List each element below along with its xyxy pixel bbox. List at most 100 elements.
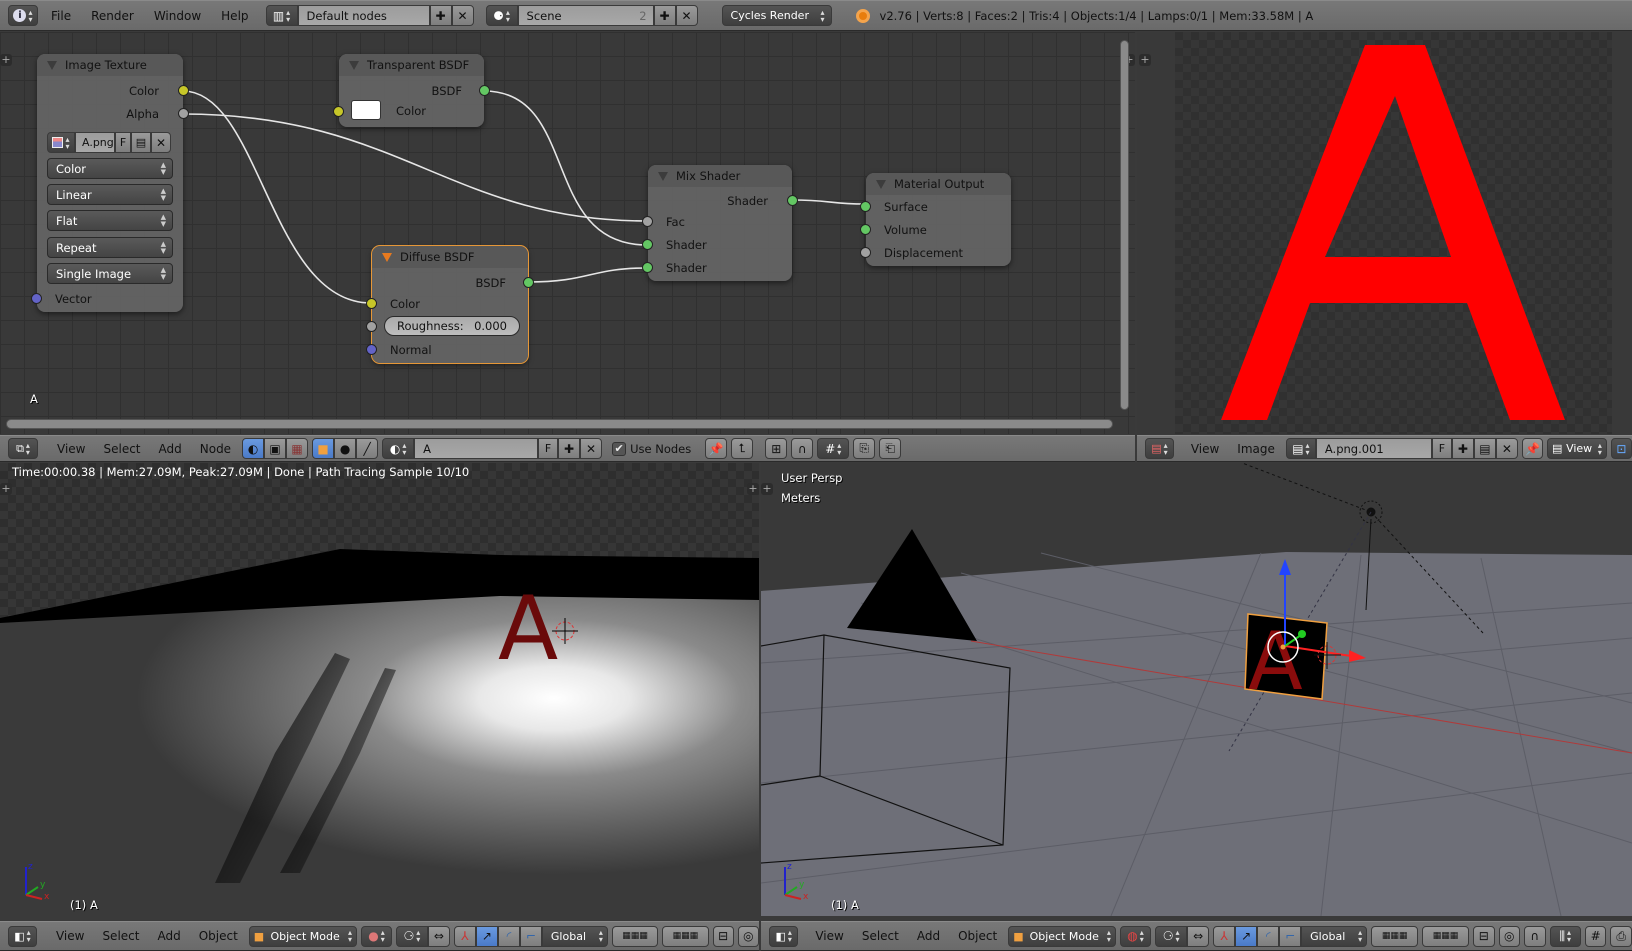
node-image-texture[interactable]: Image Texture Color Alpha ▴ ▾ A.png F ▤ ✕… [31,54,189,312]
pivot-point-dropdown[interactable]: ⚆ ▴ ▾ [395,925,428,947]
node-transparent-bsdf[interactable]: Transparent BSDF BSDF Color [333,54,490,127]
input-volume-socket[interactable] [860,224,871,235]
editor-type-info-button[interactable]: i ▴ ▾ [8,5,38,26]
image-name-field[interactable]: A.png.001 [1315,438,1432,459]
snap-target-button[interactable]: # [1584,925,1607,947]
new-image-button[interactable]: ✚ [1451,438,1474,459]
view-mode-dropdown[interactable]: ▤ View ▴ ▾ [1547,438,1607,459]
image-editor-area[interactable]: + [1137,32,1632,434]
node-header[interactable]: Image Texture [37,54,183,76]
menu-window[interactable]: Window [147,9,208,23]
render-view-properties-toggle[interactable]: + [747,483,759,495]
source-dropdown[interactable]: Single Image ▲ ▼ [47,263,173,284]
texture-tree-button[interactable]: ▦ [286,438,309,459]
image-canvas[interactable] [1175,32,1612,434]
lock-camera-button[interactable]: ⊟ [712,925,734,947]
translate-manipulator-button[interactable]: ↗ [1235,925,1258,947]
object-shader-button[interactable]: ■ [312,438,335,459]
node-header[interactable]: Mix Shader [648,165,792,187]
projection-dropdown[interactable]: Flat ▲ ▼ [47,210,173,231]
image-name-field[interactable]: A.png [75,132,115,153]
delete-screen-button[interactable]: ✕ [451,5,474,26]
menu-object[interactable]: Object [192,929,245,943]
material-name-field[interactable]: A [414,438,539,459]
add-screen-button[interactable]: ✚ [429,5,452,26]
menu-add[interactable]: Add [910,929,947,943]
pin-button[interactable]: 📌 [705,438,728,459]
node-header[interactable]: Transparent BSDF [339,54,484,76]
collapse-triangle-icon[interactable] [658,171,668,181]
layers-1-10[interactable]: ▦▦▦ [611,925,659,947]
input-roughness-socket[interactable] [366,321,377,332]
input-shader2-socket[interactable] [642,262,653,273]
menu-view[interactable]: View [1184,442,1226,456]
manipulator-toggle[interactable]: ⅄ [453,925,476,947]
output-bsdf-socket[interactable] [523,277,534,288]
node-header[interactable]: Diffuse BSDF [372,246,528,268]
scene-dropdown[interactable]: ⚈ ▴ ▾ [485,5,518,26]
node-header[interactable]: Material Output [866,173,1011,195]
snap-element-dropdown[interactable]: # ▴ ▾ [817,438,850,459]
input-color-socket[interactable] [333,106,344,117]
menu-select[interactable]: Select [96,442,147,456]
interpolation-dropdown[interactable]: Linear ▲ ▼ [47,184,173,205]
image-browse-button[interactable]: ▤ ▴ ▾ [1285,438,1316,459]
extension-dropdown[interactable]: Repeat ▲ ▼ [47,237,173,258]
image-unlink-button[interactable]: ✕ [151,132,171,153]
add-scene-button[interactable]: ✚ [653,5,676,26]
collapse-triangle-icon[interactable] [47,60,57,70]
output-bsdf-socket[interactable] [479,85,490,96]
linestyle-shader-button[interactable]: ╱ [356,438,379,459]
input-normal-socket[interactable] [366,344,377,355]
manipulate-centers-button[interactable]: ⇔ [427,925,450,947]
render-view-toolbar-toggle[interactable]: + [0,483,12,495]
snap-toggle-button[interactable]: ∩ [1524,925,1546,947]
menu-render[interactable]: Render [84,9,141,23]
go-parent-button[interactable]: ⮤ [731,438,754,459]
input-surface-socket[interactable] [860,201,871,212]
node-mix-shader[interactable]: Mix Shader Shader Fac Shader Shader [642,165,798,281]
3d-view-toolbar-toggle[interactable]: + [761,483,773,495]
layers-11-20[interactable]: ▦▦▦ [662,925,709,947]
world-shader-button[interactable]: ● [334,438,357,459]
editor-type-3dview-button[interactable]: ◧ ▴ ▾ [769,925,799,947]
roughness-slider[interactable]: Roughness: 0.000 [384,316,520,336]
menu-image[interactable]: Image [1230,442,1282,456]
menu-select[interactable]: Select [95,929,146,943]
transform-orientation-dropdown[interactable]: Global ▴ ▾ [541,925,608,947]
layers-11-20[interactable]: ▦▦▦ [1422,925,1469,947]
use-nodes-checkbox[interactable]: ✔ [612,441,627,456]
node-diffuse-bsdf[interactable]: Diffuse BSDF BSDF Color Roughness: 0.000… [366,245,534,364]
editor-type-node-button[interactable]: ⧉ ▴ ▾ [8,438,38,459]
vertical-scrollbar[interactable] [1120,40,1129,410]
image-fake-user-button[interactable]: F [1431,438,1452,459]
color-space-dropdown[interactable]: Color ▲ ▼ [47,158,173,179]
image-open-button[interactable]: ▤ [131,132,151,153]
snap-element-dropdown[interactable]: ⫼ ▴ ▾ [1549,925,1581,947]
collapse-triangle-icon[interactable] [876,179,886,189]
menu-view[interactable]: View [49,929,91,943]
horizontal-scrollbar[interactable] [6,419,1113,429]
rendered-viewport[interactable]: A Time:00:00.38 | Mem:27.09M, Peak:27.09… [0,463,759,916]
node-editor-area[interactable]: + + Image Texture Color Alpha ▴ ▾ A.png F… [0,32,1135,434]
open-image-button[interactable]: ▤ [1473,438,1496,459]
input-fac-socket[interactable] [642,216,653,227]
color-swatch[interactable] [351,100,381,120]
collapse-triangle-icon[interactable] [349,60,359,70]
input-displacement-socket[interactable] [860,247,871,258]
scale-manipulator-button[interactable]: ⌐ [519,925,542,947]
material-browse-button[interactable]: ◐ ▴ ▾ [382,438,415,459]
output-alpha-socket[interactable] [178,108,189,119]
snap-toggle-button[interactable]: ∩ [791,438,814,459]
editor-type-image-button[interactable]: ▤ ▴ ▾ [1145,438,1174,459]
compositing-tree-button[interactable]: ▣ [264,438,287,459]
scale-manipulator-button[interactable]: ⌐ [1279,925,1302,947]
3d-viewport[interactable]: A User Persp Meters + z y x (1) A [761,463,1632,916]
menu-node[interactable]: Node [193,442,238,456]
shader-tree-button[interactable]: ◐ [242,438,265,459]
menu-object[interactable]: Object [951,929,1004,943]
menu-add[interactable]: Add [150,929,187,943]
menu-view[interactable]: View [50,442,92,456]
output-shader-socket[interactable] [787,195,798,206]
backdrop-button[interactable]: ⊞ [765,438,788,459]
